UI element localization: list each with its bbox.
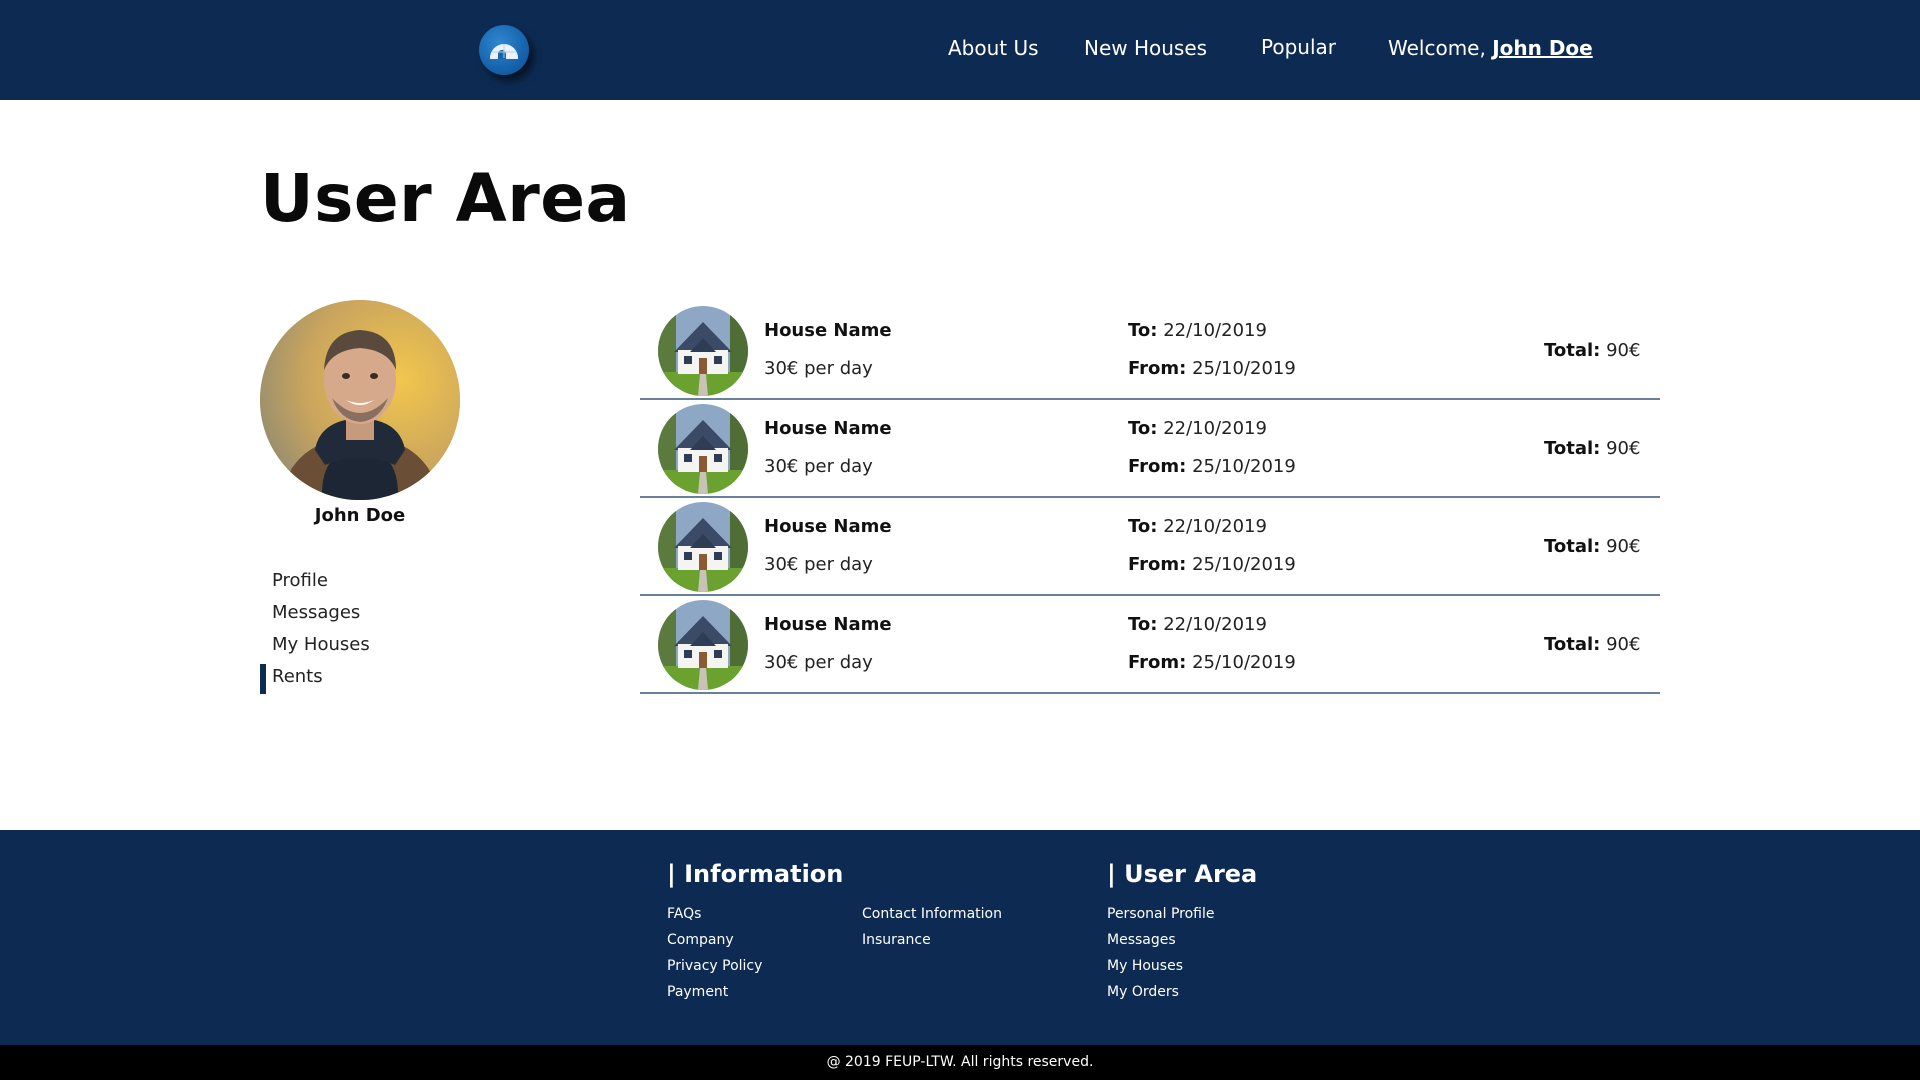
total-label: Total:	[1544, 634, 1601, 655]
house-thumbnail[interactable]	[658, 502, 748, 592]
sidebar-item-my-houses[interactable]: My Houses	[260, 632, 370, 664]
date-from-label: From:	[1128, 652, 1187, 673]
footer-heading-user-area: | User Area	[1107, 860, 1258, 888]
footer-link-company[interactable]: Company	[667, 930, 762, 956]
rent-row[interactable]: House Name 30€ per day To: 22/10/2019 Fr…	[640, 498, 1660, 596]
date-from-label: From:	[1128, 456, 1187, 477]
rent-date-from: From: 25/10/2019	[1128, 652, 1296, 673]
date-from-value: 25/10/2019	[1192, 652, 1296, 673]
date-to-label: To:	[1128, 320, 1158, 341]
profile-name: John Doe	[314, 505, 406, 526]
date-to-label: To:	[1128, 614, 1158, 635]
rent-row[interactable]: House Name 30€ per day To: 22/10/2019 Fr…	[640, 302, 1660, 400]
sidebar-item-profile[interactable]: Profile	[260, 568, 370, 600]
total-label: Total:	[1544, 438, 1601, 459]
welcome-prefix: Welcome,	[1388, 36, 1486, 60]
rent-date-to: To: 22/10/2019	[1128, 418, 1267, 439]
footer-user-area-col: Personal Profile Messages My Houses My O…	[1107, 904, 1215, 1008]
rent-date-to: To: 22/10/2019	[1128, 614, 1267, 635]
house-name[interactable]: House Name	[764, 614, 892, 635]
rent-total: Total: 90€	[1544, 340, 1640, 361]
footer-information-col2: Contact Information Insurance	[862, 904, 1002, 956]
footer-link-my-houses[interactable]: My Houses	[1107, 956, 1215, 982]
rent-date-from: From: 25/10/2019	[1128, 358, 1296, 379]
footer-link-messages[interactable]: Messages	[1107, 930, 1215, 956]
user-name-link[interactable]: John Doe	[1492, 36, 1593, 60]
footer-information-col1: FAQs Company Privacy Policy Payment	[667, 904, 762, 1008]
rent-total: Total: 90€	[1544, 536, 1640, 557]
total-value: 90€	[1606, 634, 1641, 655]
date-from-label: From:	[1128, 358, 1187, 379]
date-from-value: 25/10/2019	[1192, 456, 1296, 477]
copyright-text: @ 2019 FEUP-LTW. All rights reserved.	[0, 1045, 1920, 1080]
footer-link-insurance[interactable]: Insurance	[862, 930, 1002, 956]
sidebar-menu: Profile Messages My Houses Rents	[260, 568, 370, 696]
house-price: 30€ per day	[764, 456, 873, 477]
house-price: 30€ per day	[764, 358, 873, 379]
nav-popular[interactable]: Popular	[1261, 35, 1336, 59]
footer-link-payment[interactable]: Payment	[667, 982, 762, 1008]
total-value: 90€	[1606, 340, 1641, 361]
footer: | Information FAQs Company Privacy Polic…	[0, 830, 1920, 1045]
footer-link-faqs[interactable]: FAQs	[667, 904, 762, 930]
footer-link-contact-information[interactable]: Contact Information	[862, 904, 1002, 930]
house-thumbnail[interactable]	[658, 600, 748, 690]
house-thumbnail[interactable]	[658, 306, 748, 396]
house-price: 30€ per day	[764, 652, 873, 673]
footer-link-personal-profile[interactable]: Personal Profile	[1107, 904, 1215, 930]
welcome-text: Welcome, John Doe	[1388, 36, 1593, 60]
rents-list: House Name 30€ per day To: 22/10/2019 Fr…	[640, 302, 1660, 694]
footer-link-privacy-policy[interactable]: Privacy Policy	[667, 956, 762, 982]
rent-date-from: From: 25/10/2019	[1128, 456, 1296, 477]
date-to-value: 22/10/2019	[1163, 418, 1267, 439]
nav-new-houses[interactable]: New Houses	[1084, 36, 1207, 60]
avatar	[260, 300, 460, 500]
total-value: 90€	[1606, 536, 1641, 557]
rent-date-to: To: 22/10/2019	[1128, 320, 1267, 341]
house-name[interactable]: House Name	[764, 320, 892, 341]
top-navbar: About Us New Houses Popular Welcome, Joh…	[0, 0, 1920, 100]
rent-row[interactable]: House Name 30€ per day To: 22/10/2019 Fr…	[640, 400, 1660, 498]
rent-total: Total: 90€	[1544, 438, 1640, 459]
nav-about-us[interactable]: About Us	[948, 36, 1039, 60]
date-from-value: 25/10/2019	[1192, 358, 1296, 379]
page-title: User Area	[260, 160, 631, 237]
logo-igloo-icon[interactable]	[479, 25, 529, 75]
total-label: Total:	[1544, 340, 1601, 361]
date-from-value: 25/10/2019	[1192, 554, 1296, 575]
date-to-value: 22/10/2019	[1163, 320, 1267, 341]
date-to-label: To:	[1128, 516, 1158, 537]
total-value: 90€	[1606, 438, 1641, 459]
house-name[interactable]: House Name	[764, 418, 892, 439]
total-label: Total:	[1544, 536, 1601, 557]
footer-link-my-orders[interactable]: My Orders	[1107, 982, 1215, 1008]
date-to-value: 22/10/2019	[1163, 516, 1267, 537]
date-from-label: From:	[1128, 554, 1187, 575]
rent-row[interactable]: House Name 30€ per day To: 22/10/2019 Fr…	[640, 596, 1660, 694]
sidebar-item-rents[interactable]: Rents	[260, 664, 370, 696]
date-to-label: To:	[1128, 418, 1158, 439]
date-to-value: 22/10/2019	[1163, 614, 1267, 635]
rent-total: Total: 90€	[1544, 634, 1640, 655]
house-thumbnail[interactable]	[658, 404, 748, 494]
sidebar-item-messages[interactable]: Messages	[260, 600, 370, 632]
house-price: 30€ per day	[764, 554, 873, 575]
rent-date-from: From: 25/10/2019	[1128, 554, 1296, 575]
house-name[interactable]: House Name	[764, 516, 892, 537]
rent-date-to: To: 22/10/2019	[1128, 516, 1267, 537]
footer-heading-information: | Information	[667, 860, 844, 888]
